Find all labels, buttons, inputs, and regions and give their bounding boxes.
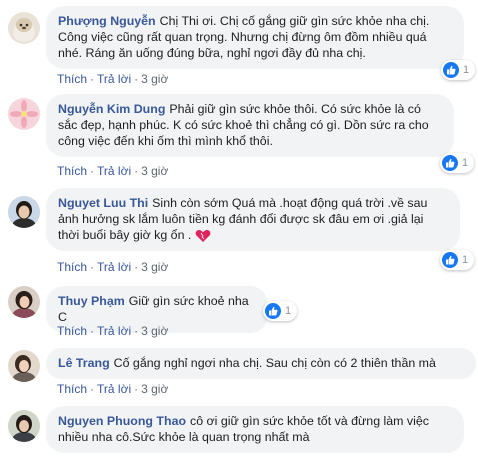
reaction-count-value: 1 [463,64,470,76]
reaction-count-value: 1 [285,305,292,317]
comment-actions: Thích · Trả lời · 3 giờ [57,260,169,274]
comment-item: Phượng Nguyễn Chị Thi ơi. Chị cố gắng giữ… [0,0,478,88]
comment-bubble: Nguyễn Kim Dung Phải giữ gìn sức khỏe thô… [46,94,454,157]
thumbs-up-icon [265,303,281,319]
comment-bubble: Lê Trang Cố gắng nghỉ ngơi nha chị. Sau c… [46,348,476,379]
comment-actions: Thích · Trả lời · 3 giờ [57,382,169,396]
like-link[interactable]: Thích [57,324,87,338]
thumbs-up-icon [443,62,459,78]
reaction-count[interactable]: 1 [440,153,475,173]
like-link[interactable]: Thích [57,260,87,274]
avatar[interactable] [8,196,40,228]
comment-item: Thuy Phạm Giữ gìn sức khoẻ nha C Thích · Tr… [0,280,478,344]
comment-actions: Thích · Trả lời · 3 giờ [57,324,169,338]
avatar[interactable] [8,12,40,44]
comment-author[interactable]: Phượng Nguyễn [58,14,156,28]
comment-item: Nguyet Luu Thi Sinh còn sớm Quá mà .hoạt … [0,182,478,280]
like-link[interactable]: Thích [57,164,87,178]
avatar[interactable] [8,350,40,382]
comment-time[interactable]: 3 giờ [141,324,168,338]
comment-time[interactable]: 3 giờ [141,164,168,178]
reaction-count[interactable]: 1 [263,301,298,321]
comment-time[interactable]: 3 giờ [141,72,168,86]
comment-item: Nguyễn Kim Dung Phải giữ gìn sức khỏe thô… [0,88,478,182]
comment-author[interactable]: Nguyễn Kim Dung [58,102,165,116]
heart-emoji-icon [195,229,211,242]
comment-text: Cố gắng nghỉ ngơi nha chị. Sau chị còn c… [113,356,436,370]
comment-actions: Thích · Trả lời · 3 giờ [57,72,169,86]
like-link[interactable]: Thích [57,72,87,86]
reaction-count[interactable]: 1 [441,60,476,80]
thumbs-up-icon [442,252,458,268]
comment-actions: Thích · Trả lời · 3 giờ [57,164,169,178]
comment-time[interactable]: 3 giờ [141,260,168,274]
comment-item: Nguyen Phuong Thao cô ơi giữ gìn sức khỏe… [0,402,478,459]
avatar[interactable] [8,98,40,130]
comment-author[interactable]: Lê Trang [58,356,110,370]
reply-link[interactable]: Trả lời [97,324,131,338]
comment-bubble: Phượng Nguyễn Chị Thi ơi. Chị cố gắng giữ… [46,6,464,69]
thumbs-up-icon [442,155,458,171]
reaction-count[interactable]: 1 [440,250,475,270]
reply-link[interactable]: Trả lời [97,72,131,86]
comment-bubble: Nguyen Phuong Thao cô ơi giữ gìn sức khỏe… [46,406,464,453]
reply-link[interactable]: Trả lời [97,382,131,396]
reply-link[interactable]: Trả lời [97,164,131,178]
comment-time[interactable]: 3 giờ [141,382,168,396]
comment-bubble: Nguyet Luu Thi Sinh còn sớm Quá mà .hoạt … [46,188,460,251]
reaction-count-value: 1 [462,157,469,169]
comment-author[interactable]: Nguyen Phuong Thao [58,414,186,428]
avatar[interactable] [8,286,40,318]
comment-item: Lê Trang Cố gắng nghỉ ngơi nha chị. Sau c… [0,344,478,402]
reply-link[interactable]: Trả lời [97,260,131,274]
reaction-count-value: 1 [462,254,469,266]
comment-author[interactable]: Nguyet Luu Thi [58,196,148,210]
comment-author[interactable]: Thuy Phạm [58,294,125,308]
avatar[interactable] [8,410,40,442]
like-link[interactable]: Thích [57,382,87,396]
